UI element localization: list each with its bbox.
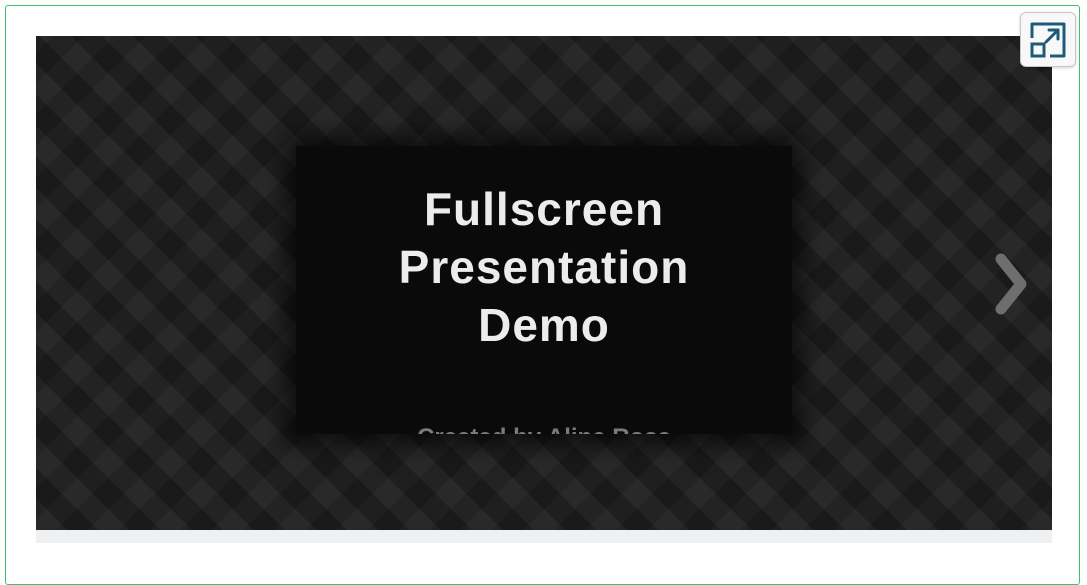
toolbar-strip [36,530,1052,543]
presentation-viewer[interactable]: Fullscreen Presentation Demo Created by … [36,36,1052,530]
slide-title-line-2: Presentation [398,241,690,293]
slide-author: Created by Aline Rosa [296,424,792,434]
slide: Fullscreen Presentation Demo Created by … [296,146,792,434]
expand-arrow-icon [1030,22,1066,57]
next-slide-button[interactable] [986,246,1036,322]
slide-title-line-3: Demo [478,299,610,351]
slide-title: Fullscreen Presentation Demo [296,146,792,354]
chevron-right-icon [995,253,1027,315]
fullscreen-button[interactable] [1020,12,1076,67]
slide-title-line-1: Fullscreen [423,183,665,235]
